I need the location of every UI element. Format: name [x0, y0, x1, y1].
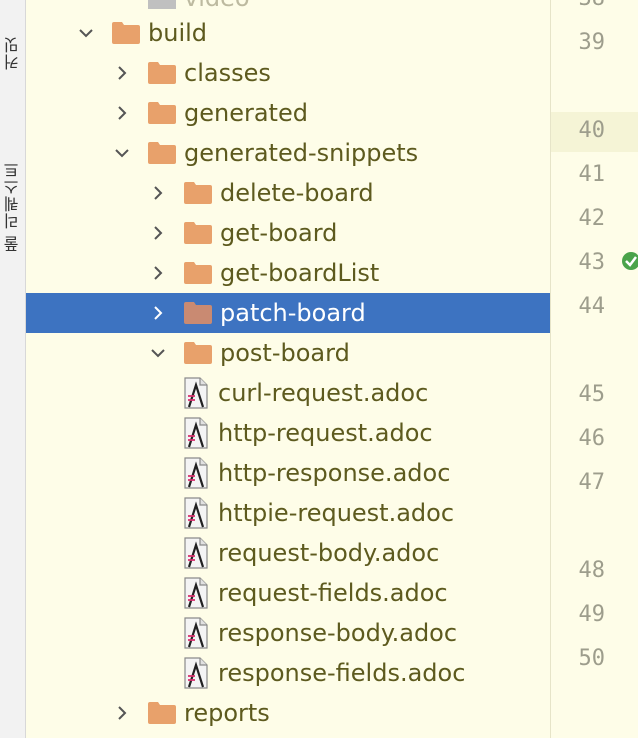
line-number: 45: [578, 382, 606, 407]
folder-icon: [184, 302, 212, 324]
tree-item-label: httpie-request.adoc: [218, 499, 455, 527]
tree-item-label: response-fields.adoc: [218, 659, 466, 687]
folder-icon: [184, 342, 212, 364]
line-number: 41: [578, 162, 606, 187]
tree-file-row[interactable]: http-response.adoc: [26, 453, 550, 493]
line-number: 38: [579, 0, 606, 11]
line-number: 50: [578, 646, 606, 671]
tree-folder-row[interactable]: get-boardList: [26, 253, 550, 293]
tree-item-label: generated-snippets: [184, 139, 419, 167]
tree-folder-row[interactable]: delete-board: [26, 173, 550, 213]
chevron-down-icon[interactable]: [76, 13, 96, 53]
tree-file-row[interactable]: curl-request.adoc: [26, 373, 550, 413]
asciidoc-file-icon: [184, 577, 208, 609]
tree-folder-row[interactable]: classes: [26, 53, 550, 93]
chevron-down-icon[interactable]: [112, 133, 132, 173]
line-number: 48: [578, 558, 606, 583]
tree-item-label: http-response.adoc: [218, 459, 451, 487]
line-number: 47: [578, 470, 606, 495]
line-number: 49: [578, 602, 606, 627]
tree-folder-row[interactable]: post-board: [26, 333, 550, 373]
asciidoc-file-icon: [184, 537, 208, 569]
tree-item-label: request-fields.adoc: [218, 579, 448, 607]
tree-folder-row[interactable]: reports: [26, 693, 550, 733]
chevron-right-icon[interactable]: [112, 693, 132, 733]
line-number: 42: [578, 206, 606, 231]
pull-request-tab[interactable]: 풀 리퀘스트: [1, 112, 23, 252]
tree-file-row[interactable]: request-fields.adoc: [26, 573, 550, 613]
asciidoc-file-icon: [184, 377, 208, 409]
tree-file-row[interactable]: response-fields.adoc: [26, 653, 550, 693]
folder-icon: [148, 0, 176, 9]
asciidoc-file-icon: [184, 617, 208, 649]
tree-item-label: build: [148, 19, 208, 47]
side-tool-strip: 커밋 풀 리퀘스트: [0, 0, 26, 738]
tree-item-label: reports: [184, 699, 270, 727]
tree-folder-row[interactable]: patch-board: [26, 293, 550, 333]
tree-file-row[interactable]: request-body.adoc: [26, 533, 550, 573]
folder-icon: [112, 22, 140, 44]
chevron-down-icon[interactable]: [148, 333, 168, 373]
line-number: 44: [578, 294, 606, 319]
tree-folder-row[interactable]: generated-snippets: [26, 133, 550, 173]
tree-item-label: get-board: [220, 219, 338, 247]
asciidoc-file-icon: [184, 417, 208, 449]
implementation-marker-icon[interactable]: [619, 249, 638, 273]
asciidoc-file-icon: [184, 497, 208, 529]
tree-item-label: post-board: [220, 339, 350, 367]
tree-file-row[interactable]: httpie-request.adoc: [26, 493, 550, 533]
folder-icon: [148, 142, 176, 164]
asciidoc-file-icon: [184, 657, 208, 689]
chevron-right-icon[interactable]: [148, 213, 168, 253]
folder-icon: [148, 702, 176, 724]
tree-item-label: get-boardList: [220, 259, 380, 287]
folder-icon: [148, 62, 176, 84]
folder-icon: [184, 182, 212, 204]
chevron-right-icon[interactable]: [148, 173, 168, 213]
folder-icon: [184, 222, 212, 244]
tree-item-label: http-request.adoc: [218, 419, 433, 447]
tree-item-label: video: [184, 0, 250, 12]
tree-item-label: delete-board: [220, 179, 374, 207]
folder-icon: [184, 262, 212, 284]
tree-item-label: classes: [184, 59, 271, 87]
editor-gutter: 38 39 40 41 42 43 44 45 46 47 48 49 50: [550, 0, 638, 738]
commit-tab[interactable]: 커밋: [1, 0, 23, 70]
line-number: 43: [578, 250, 606, 275]
line-number: 46: [578, 426, 606, 451]
tree-item-label: curl-request.adoc: [218, 379, 429, 407]
line-number: 39: [578, 30, 606, 55]
tree-file-row[interactable]: response-body.adoc: [26, 613, 550, 653]
chevron-right-icon[interactable]: [112, 93, 132, 133]
line-number: 40: [578, 118, 606, 143]
chevron-right-icon[interactable]: [112, 53, 132, 93]
tree-folder-row[interactable]: generated: [26, 93, 550, 133]
folder-icon: [148, 102, 176, 124]
chevron-right-icon[interactable]: [148, 253, 168, 293]
tree-item-label: generated: [184, 99, 308, 127]
tree-file-row[interactable]: http-request.adoc: [26, 413, 550, 453]
tree-item-label: response-body.adoc: [218, 619, 458, 647]
project-tree: video build classes generated generated-sni…: [26, 0, 550, 738]
asciidoc-file-icon: [184, 457, 208, 489]
tree-item-label: request-body.adoc: [218, 539, 440, 567]
tree-folder-row[interactable]: get-board: [26, 213, 550, 253]
tree-folder-row[interactable]: build: [26, 13, 550, 53]
chevron-right-icon[interactable]: [148, 293, 168, 333]
tree-item-label: patch-board: [220, 299, 366, 327]
